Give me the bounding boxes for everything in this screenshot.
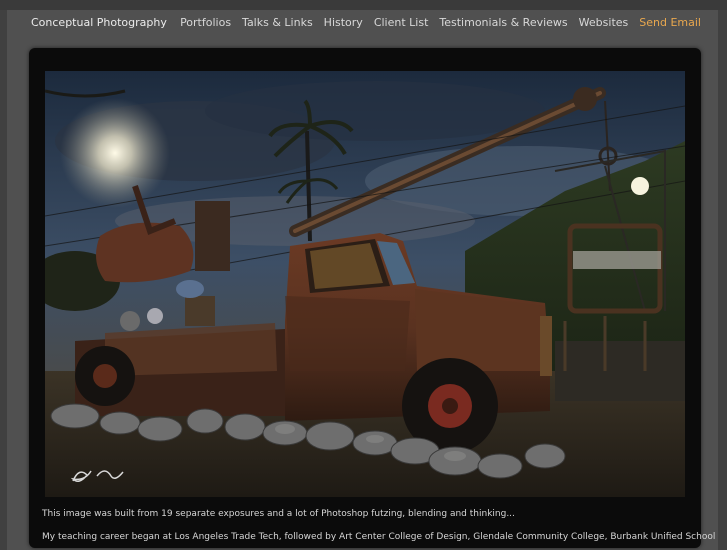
caption-teaching-career: My teaching career began at Los Angeles …: [42, 532, 716, 542]
site-title[interactable]: Conceptual Photography: [31, 16, 167, 29]
nav-send-email[interactable]: Send Email: [639, 16, 701, 29]
rusted-tow-truck-photo: [45, 71, 685, 497]
nav-websites[interactable]: Websites: [579, 16, 629, 29]
nav-portfolios[interactable]: Portfolios: [180, 16, 231, 29]
nav-testimonials-reviews[interactable]: Testimonials & Reviews: [439, 16, 567, 29]
nav-talks-links[interactable]: Talks & Links: [242, 16, 313, 29]
feature-photo: [45, 71, 685, 497]
caption-exposures: This image was built from 19 separate ex…: [42, 509, 515, 519]
main-nav: Portfolios Talks & Links History Client …: [180, 16, 701, 29]
nav-client-list[interactable]: Client List: [374, 16, 429, 29]
nav-history[interactable]: History: [324, 16, 363, 29]
top-strip: [0, 0, 727, 10]
